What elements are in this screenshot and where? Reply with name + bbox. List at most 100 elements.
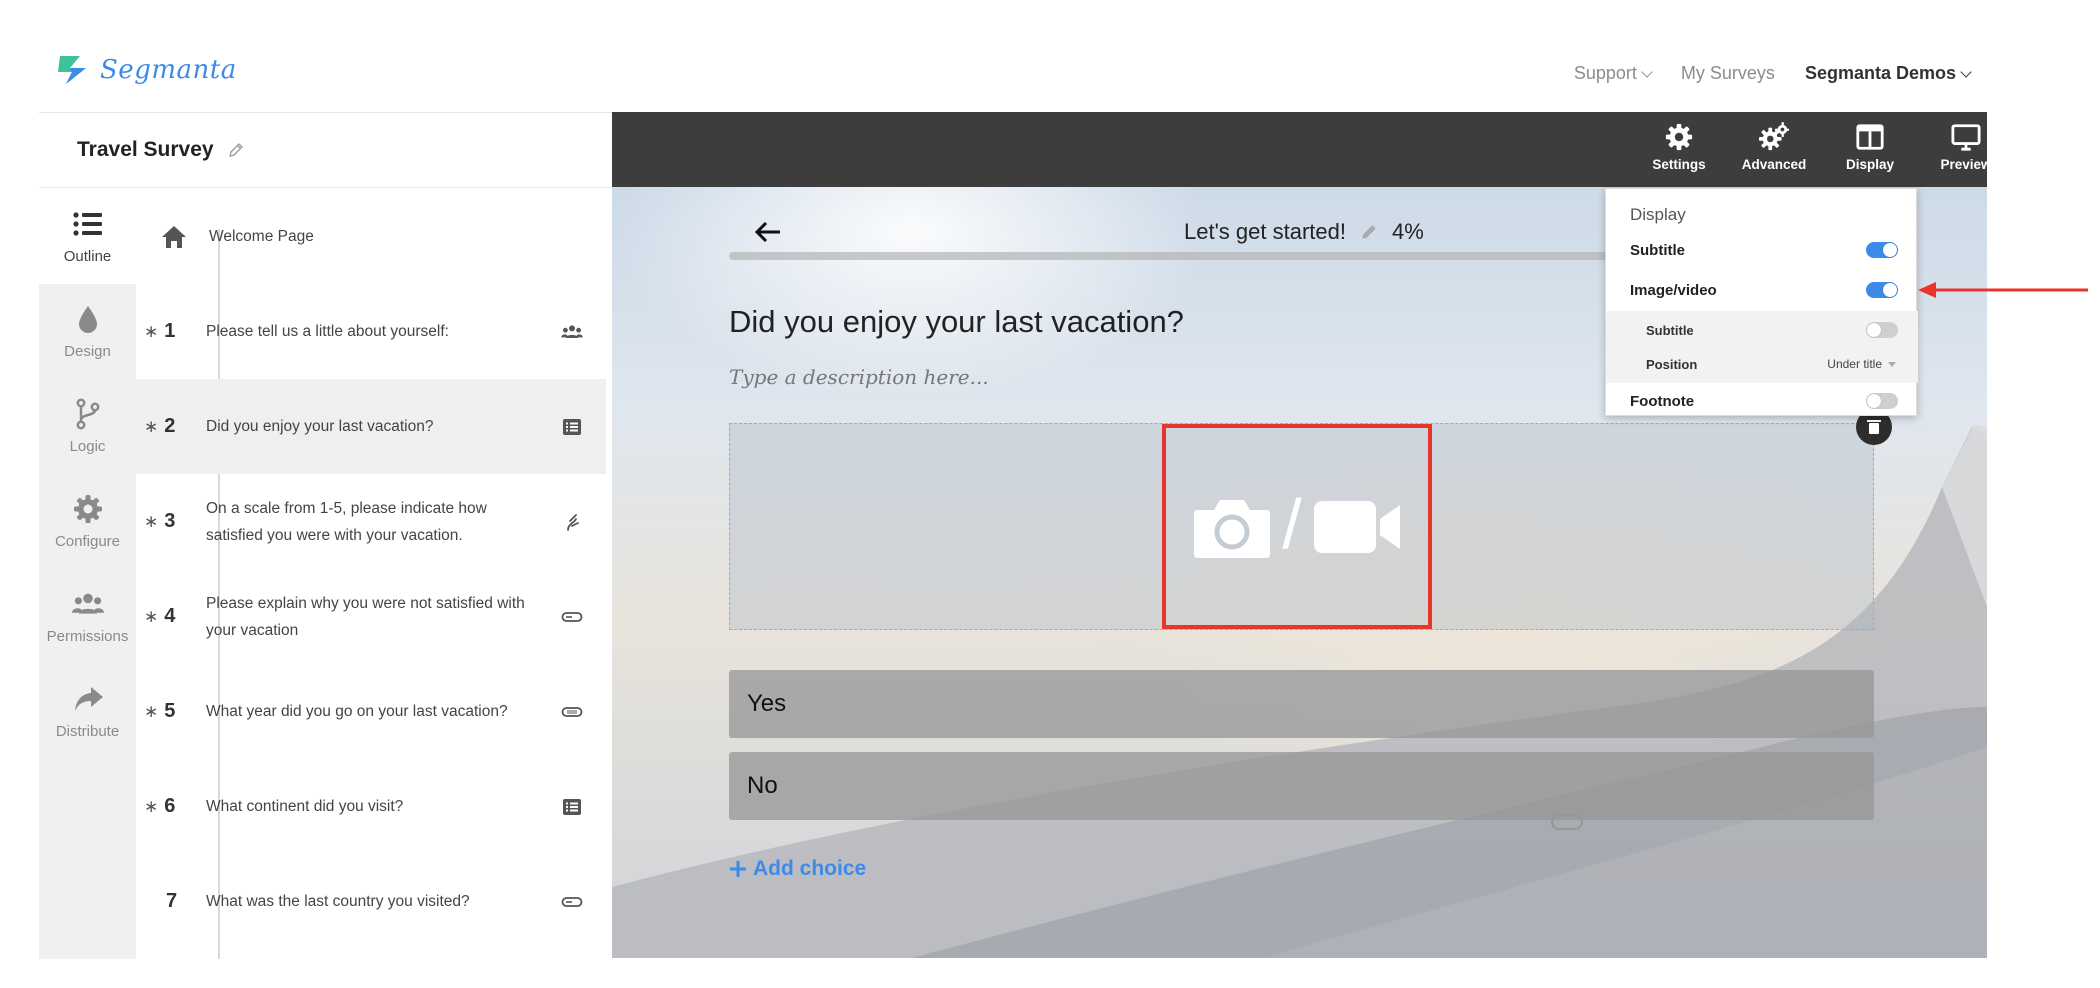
- list-box-icon: [563, 798, 581, 815]
- display-row-label: Image/video: [1630, 281, 1717, 299]
- media-subtitle-toggle[interactable]: [1866, 322, 1898, 338]
- rail-label: Distribute: [55, 723, 120, 740]
- list-icon: [72, 212, 102, 236]
- segmanta-logo[interactable]: Segmanta: [56, 52, 237, 88]
- trash-icon: [1867, 420, 1881, 434]
- pencil-icon[interactable]: [228, 142, 244, 158]
- display-row-image-video: Image/video: [1606, 271, 1918, 309]
- choice-label: Yes: [747, 690, 787, 717]
- question-number: 1: [164, 320, 176, 342]
- choice-no[interactable]: No: [729, 752, 1874, 820]
- rail-item-configure[interactable]: Configure: [39, 474, 136, 569]
- columns-icon: [1856, 124, 1884, 150]
- rail-item-logic[interactable]: Logic: [39, 379, 136, 474]
- outline-item-label: On a scale from 1-5, please indicate how…: [206, 499, 487, 544]
- rail-label: Outline: [63, 248, 112, 265]
- required-marker: ∗: [144, 322, 159, 341]
- display-button[interactable]: Display: [1825, 122, 1915, 172]
- outline-item-5[interactable]: ∗ 5 What year did you go on your last vac…: [136, 664, 606, 759]
- my-surveys-link[interactable]: My Surveys: [1681, 63, 1775, 84]
- video-camera-icon: [1313, 500, 1400, 553]
- display-row-subtitle: Subtitle: [1606, 231, 1918, 269]
- image-video-toggle[interactable]: [1866, 282, 1898, 298]
- survey-title[interactable]: Travel Survey: [77, 138, 214, 162]
- survey-title-bar: Travel Survey: [39, 113, 612, 188]
- add-choice-label: Add choice: [753, 857, 867, 880]
- display-label: Display: [1845, 157, 1895, 172]
- caret-down-icon: [1888, 361, 1896, 367]
- media-separator: /: [1282, 484, 1302, 563]
- outline-item-6[interactable]: ∗ 6 What continent did you visit?: [136, 759, 606, 854]
- rail-label: Logic: [69, 438, 106, 455]
- account-menu[interactable]: Segmanta Demos: [1804, 63, 1972, 84]
- question-number: 4: [164, 605, 176, 627]
- required-marker: ∗: [144, 702, 159, 721]
- camera-icon: [1194, 499, 1271, 558]
- editor-toolbar: Settings Advanced Display Preview: [612, 112, 1987, 187]
- support-menu[interactable]: Support: [1573, 63, 1653, 84]
- preview-button[interactable]: Preview: [1921, 122, 1987, 172]
- number-field-icon: [561, 706, 583, 717]
- outline-item-3[interactable]: ∗ 3 On a scale from 1-5, please indicate …: [136, 474, 606, 569]
- settings-label: Settings: [1652, 157, 1706, 172]
- add-choice-button[interactable]: Add choice: [729, 857, 866, 881]
- position-select[interactable]: Under title: [1827, 357, 1896, 371]
- drop-icon: [78, 306, 97, 333]
- home-icon: [162, 225, 186, 248]
- subtitle-toggle[interactable]: [1866, 242, 1898, 258]
- account-label: Segmanta Demos: [1804, 63, 1956, 83]
- choice-label: No: [747, 772, 778, 799]
- choice-yes[interactable]: Yes: [729, 670, 1874, 738]
- users-icon: [71, 593, 104, 614]
- question-title[interactable]: Did you enjoy your last vacation?: [729, 304, 1184, 340]
- outline-item-label: What year did you go on your last vacati…: [206, 703, 508, 720]
- users-icon: [561, 324, 583, 338]
- list-box-icon: [563, 418, 581, 435]
- left-pane: Travel Survey Outline Design Logic Confi…: [39, 112, 612, 959]
- outline-item-label: What continent did you visit?: [206, 798, 404, 815]
- share-icon: [74, 687, 103, 711]
- media-upload-target[interactable]: /: [1162, 424, 1432, 629]
- outline-item-4[interactable]: ∗ 4 Please explain why you were not satis…: [136, 569, 606, 664]
- outline-item-7[interactable]: 7 What was the last country you visited?: [136, 854, 606, 949]
- question-number: 5: [164, 700, 176, 722]
- outline-item-1[interactable]: ∗ 1 Please tell us a little about yoursel…: [136, 284, 606, 379]
- question-number: 2: [164, 415, 176, 437]
- rail-item-distribute[interactable]: Distribute: [39, 664, 136, 759]
- display-panel-header: Display: [1630, 205, 1686, 224]
- gear-icon: [73, 495, 102, 523]
- rail-label: Configure: [54, 533, 121, 550]
- display-options-panel: Display Subtitle Image/video Subtitle Po…: [1605, 188, 1918, 416]
- media-upload-area[interactable]: /: [729, 423, 1874, 630]
- rail-item-design[interactable]: Design: [39, 284, 136, 379]
- settings-button[interactable]: Settings: [1634, 122, 1724, 172]
- outline-item-label: Please tell us a little about yourself:: [206, 323, 449, 340]
- preview-label: Preview: [1940, 157, 1987, 172]
- advanced-button[interactable]: Advanced: [1729, 122, 1819, 172]
- rail-item-outline[interactable]: Outline: [39, 189, 136, 284]
- outline-item-label: Welcome Page: [209, 228, 314, 245]
- back-arrow-icon[interactable]: [753, 217, 783, 247]
- rail-item-permissions[interactable]: Permissions: [39, 569, 136, 664]
- advanced-label: Advanced: [1741, 157, 1807, 172]
- outline-welcome-page[interactable]: Welcome Page: [136, 189, 606, 284]
- page-title[interactable]: Let's get started!: [1184, 219, 1346, 245]
- support-label: Support: [1573, 63, 1637, 83]
- branch-icon: [76, 398, 99, 430]
- display-row-media-subtitle: Subtitle: [1606, 311, 1918, 349]
- outline-list: Welcome Page ∗ 1 Please tell us a little …: [136, 189, 612, 959]
- rail-label: Design: [64, 343, 111, 360]
- question-number: 7: [166, 890, 178, 912]
- outline-item-2[interactable]: ∗ 2 Did you enjoy your last vacation?: [136, 379, 606, 474]
- pencil-icon[interactable]: [1360, 223, 1378, 241]
- required-marker: ∗: [144, 797, 159, 816]
- rail-label: Permissions: [46, 628, 129, 645]
- gears-icon: [1759, 122, 1789, 151]
- chevron-down-icon: [1641, 65, 1653, 78]
- question-description[interactable]: Type a description here...: [729, 365, 989, 389]
- display-row-label: Subtitle: [1646, 322, 1694, 338]
- monitor-icon: [1951, 124, 1981, 151]
- text-field-icon: [561, 896, 583, 907]
- footnote-toggle[interactable]: [1866, 393, 1898, 409]
- question-number: 3: [164, 510, 176, 532]
